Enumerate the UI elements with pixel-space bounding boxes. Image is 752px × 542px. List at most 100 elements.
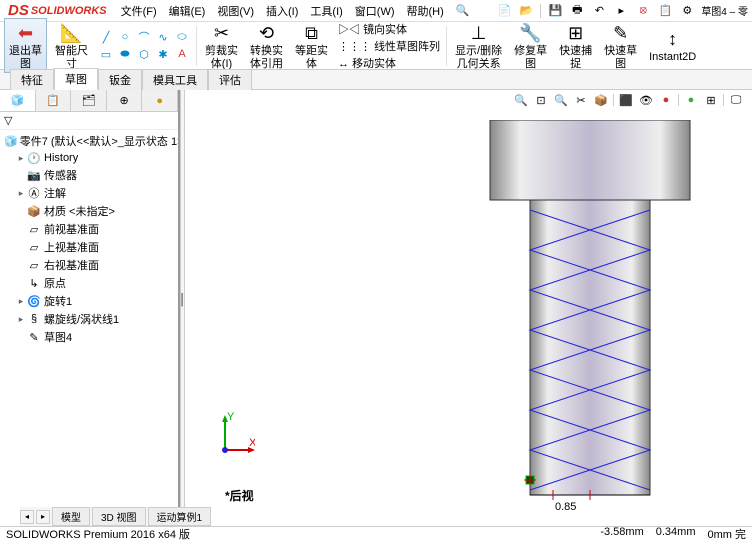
smart-dim-button[interactable]: 📐 智能尺 寸 (51, 19, 92, 71)
history-icon: 🕐 (26, 151, 42, 165)
scene-icon[interactable]: ● (658, 92, 674, 108)
helix-icon: § (26, 312, 42, 326)
tree-revolve[interactable]: ▸🌀旋转1 (2, 292, 176, 310)
line-icon[interactable]: ╱ (98, 29, 114, 45)
menu-tools[interactable]: 工具(I) (304, 3, 348, 19)
tree-history[interactable]: ▸🕐History (2, 150, 176, 166)
menu-window[interactable]: 窗口(W) (349, 3, 401, 19)
tree-material[interactable]: 📦材质 <未指定> (2, 202, 176, 220)
instant2d-button[interactable]: ↕ Instant2D (645, 25, 700, 65)
rapid-button[interactable]: ⊞ 快速捕 捉 (555, 19, 596, 71)
property-tab[interactable]: 📋 (36, 90, 72, 111)
pattern-group: ▷◁ 镜向实体 ⋮⋮⋮ 线性草图阵列 ↔ 移动实体 (336, 21, 442, 71)
manager-tabs: 🧊 📋 🗂 ⊕ ● (0, 90, 178, 112)
undo-icon[interactable]: ↶ (591, 3, 607, 19)
exit-sketch-button[interactable]: ⬅ 退出草 图 (4, 18, 47, 72)
point-icon[interactable]: ✱ (155, 46, 171, 62)
trim-label: 剪裁实 体(I) (205, 45, 238, 69)
select-icon[interactable]: ▸ (613, 3, 629, 19)
plane-icon: ▱ (26, 240, 42, 254)
annotation-icon: Ⓐ (26, 186, 42, 200)
tab-sketch[interactable]: 草图 (54, 68, 98, 90)
open-icon[interactable]: 📂 (518, 3, 534, 19)
tab-model[interactable]: 模型 (52, 507, 90, 526)
tree-front-plane[interactable]: ▱前视基准面 (2, 220, 176, 238)
appearance-icon[interactable]: ● (683, 92, 699, 108)
viewport[interactable]: 🔍 ⊡ 🔍 ✂ 📦 ⬛ 👁 ● ● ⊞ 🖵 (185, 90, 752, 510)
workspace: 🧊 📋 🗂 ⊕ ● ▽ 🧊 零件7 (默认<<默认>_显示状态 1>) ▸🕐Hi… (0, 90, 752, 510)
tree-right-plane[interactable]: ▱右视基准面 (2, 256, 176, 274)
menu-insert[interactable]: 插入(I) (260, 3, 304, 19)
mirror-button[interactable]: ▷◁ 镜向实体 (338, 21, 440, 37)
expand-icon[interactable]: ▸ (16, 188, 26, 199)
tree-sensors[interactable]: 📷传感器 (2, 166, 176, 184)
tab-motion[interactable]: 运动算例1 (148, 507, 212, 526)
tree-root[interactable]: 🧊 零件7 (默认<<默认>_显示状态 1>) (2, 132, 176, 150)
convert-button[interactable]: ⟲ 转换实 体引用 (246, 19, 287, 71)
feature-tree-tab[interactable]: 🧊 (0, 90, 36, 111)
circle-icon[interactable]: ○ (117, 29, 133, 45)
render-icon[interactable]: ⊞ (703, 92, 719, 108)
tab-mold[interactable]: 模具工具 (142, 69, 208, 90)
tab-sheetmetal[interactable]: 钣金 (98, 69, 142, 90)
print-icon[interactable]: 🖶 (569, 3, 585, 19)
new-icon[interactable]: 📄 (496, 3, 512, 19)
tree-annotations[interactable]: ▸Ⓐ注解 (2, 184, 176, 202)
menu-search-icon[interactable]: 🔍 (450, 4, 476, 17)
spline-icon[interactable]: ∿ (155, 29, 171, 45)
tab-feature[interactable]: 特征 (10, 69, 54, 90)
expand-icon[interactable]: ▸ (16, 296, 26, 307)
repair-button[interactable]: 🔧 修复草 图 (510, 19, 551, 71)
quick-sketch-button[interactable]: ✎ 快速草 图 (600, 19, 641, 71)
tab-evaluate[interactable]: 评估 (208, 69, 252, 90)
menu-help[interactable]: 帮助(H) (401, 3, 450, 19)
rect-icon[interactable]: ▭ (98, 46, 114, 62)
settings-view-icon[interactable]: 🖵 (728, 92, 744, 108)
menu-file[interactable]: 文件(F) (115, 3, 163, 19)
offset-button[interactable]: ⧉ 等距实 体 (291, 19, 332, 71)
instant-label: Instant2D (649, 51, 696, 63)
dim-tab[interactable]: ⊕ (107, 90, 143, 111)
tab-3dview[interactable]: 3D 视图 (92, 507, 146, 526)
tab-prev-icon[interactable]: ◂ (20, 510, 34, 524)
save-icon[interactable]: 💾 (547, 3, 563, 19)
prev-view-icon[interactable]: 🔍 (553, 92, 569, 108)
ellipse-icon[interactable]: ⬭ (174, 29, 190, 45)
config-tab[interactable]: 🗂 (71, 90, 107, 111)
assembly-icon: 🧊 (10, 94, 24, 107)
linear-pattern-button[interactable]: ⋮⋮⋮ 线性草图阵列 (338, 38, 440, 54)
zoom-fit-icon[interactable]: 🔍 (513, 92, 529, 108)
tree-top-plane[interactable]: ▱上视基准面 (2, 238, 176, 256)
zoom-area-icon[interactable]: ⊡ (533, 92, 549, 108)
logo-text: SOLIDWORKS (31, 5, 107, 17)
options-icon[interactable]: 📋 (657, 3, 673, 19)
text-icon[interactable]: A (174, 46, 190, 62)
polygon-icon[interactable]: ⬡ (136, 46, 152, 62)
section-icon[interactable]: ✂ (573, 92, 589, 108)
rebuild-icon[interactable]: ⦻ (635, 3, 651, 19)
offset-icon: ⧉ (300, 21, 324, 45)
slot-icon[interactable]: ⬬ (117, 46, 133, 62)
status-version: SOLIDWORKS Premium 2016 x64 版 (6, 526, 190, 542)
tree-origin[interactable]: ↳原点 (2, 274, 176, 292)
view-triad[interactable]: Y X (205, 410, 255, 460)
hide-show-icon[interactable]: 👁 (638, 92, 654, 108)
settings-icon[interactable]: ⚙ (679, 3, 695, 19)
expand-icon[interactable]: ▸ (16, 314, 26, 325)
expand-icon[interactable]: ▸ (16, 153, 26, 164)
display-style-icon[interactable]: ⬛ (618, 92, 634, 108)
revolve-icon: 🌀 (26, 294, 42, 308)
display-tab[interactable]: ● (142, 90, 178, 111)
view-orient-icon[interactable]: 📦 (593, 92, 609, 108)
arc-icon[interactable]: ⌒ (136, 29, 152, 45)
menu-view[interactable]: 视图(V) (211, 3, 260, 19)
status-coord: -3.58mm (600, 526, 643, 542)
trim-button[interactable]: ✂ 剪裁实 体(I) (201, 19, 242, 71)
move-button[interactable]: ↔ 移动实体 (338, 55, 440, 71)
tree-helix[interactable]: ▸§螺旋线/涡状线1 (2, 310, 176, 328)
tab-next-icon[interactable]: ▸ (36, 510, 50, 524)
tree-sketch4[interactable]: ✎草图4 (2, 328, 176, 346)
menu-edit[interactable]: 编辑(E) (163, 3, 212, 19)
filter-icon[interactable]: ▽ (4, 114, 18, 128)
display-relations-button[interactable]: ⊥ 显示/删除 几何关系 (451, 19, 506, 71)
